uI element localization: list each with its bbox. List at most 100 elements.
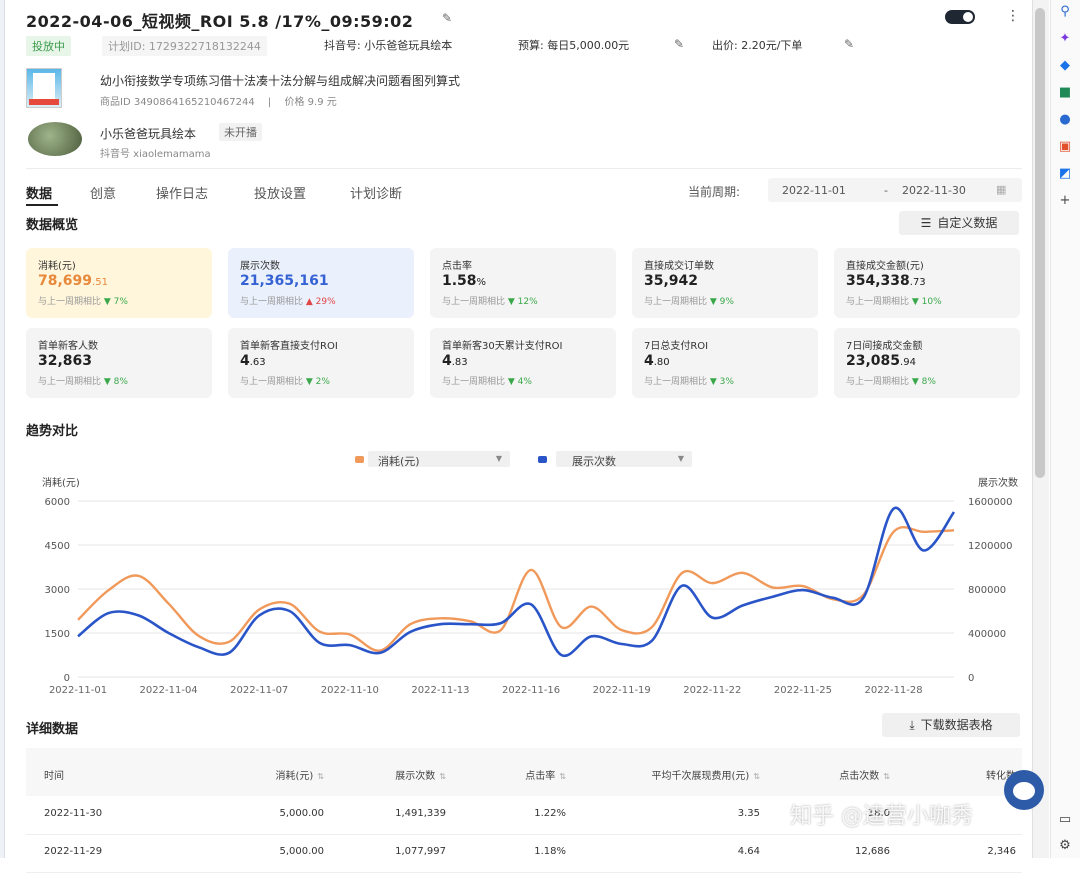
overview-title: 数据概览 bbox=[26, 218, 79, 233]
metric-value: 4.80 bbox=[644, 353, 670, 369]
sort-icon[interactable]: ⇅ bbox=[753, 772, 760, 781]
sort-icon[interactable]: ⇅ bbox=[559, 772, 566, 781]
metric-label: 首单新客30天累计支付ROI bbox=[442, 341, 563, 352]
date-range-picker[interactable]: 2022-11-01 - 2022-11-30 ▦ bbox=[768, 178, 1022, 202]
metric-card[interactable]: 直接成交金额(元) 354,338.73 与上一周期相比 ▼ 10% bbox=[834, 248, 1020, 318]
people-icon[interactable]: ● bbox=[1057, 112, 1073, 128]
trend-chart[interactable]: 0 0 1500 400000 3000 800000 4500 1200000 6000 160… bbox=[26, 470, 1026, 700]
metric-label: 直接成交订单数 bbox=[644, 261, 714, 272]
outlook-icon[interactable]: ◩ bbox=[1057, 166, 1073, 182]
x-tick-label: 2022-11-01 bbox=[49, 685, 107, 696]
x-tick-label: 2022-11-22 bbox=[683, 685, 741, 696]
sparkle-icon[interactable]: ✦ bbox=[1057, 31, 1073, 47]
metric-value-main: 4 bbox=[644, 353, 654, 369]
column-header[interactable]: 点击次数 ⇅ bbox=[839, 767, 890, 782]
edit-budget-icon[interactable]: ✎ bbox=[674, 37, 684, 51]
x-tick-label: 2022-11-19 bbox=[593, 685, 651, 696]
metric-compare-label: 与上一周期相比 bbox=[644, 377, 710, 387]
x-tick-label: 2022-11-10 bbox=[321, 685, 379, 696]
plan-status-toggle[interactable] bbox=[945, 10, 975, 24]
sort-icon[interactable]: ⇅ bbox=[883, 772, 890, 781]
metric-card[interactable]: 7日间接成交金额 23,085.94 与上一周期相比 ▼ 8% bbox=[834, 328, 1020, 398]
metric-card[interactable]: 消耗(元) 78,699.51 与上一周期相比 ▼ 7% bbox=[26, 248, 212, 318]
tag-icon[interactable]: ◆ bbox=[1057, 58, 1073, 74]
metric-compare: 与上一周期相比 ▲ 29% bbox=[240, 294, 336, 307]
product-thumbnail[interactable] bbox=[26, 68, 62, 108]
metric-compare: 与上一周期相比 ▼ 4% bbox=[442, 374, 532, 387]
metric-label: 7日间接成交金额 bbox=[846, 341, 923, 352]
add-icon[interactable]: + bbox=[1057, 193, 1073, 209]
metric-card[interactable]: 7日总支付ROI 4.80 与上一周期相比 ▼ 3% bbox=[632, 328, 818, 398]
download-icon: ⤓ bbox=[909, 718, 915, 732]
legend-select-cost[interactable]: 消耗(元) ▼ bbox=[368, 451, 510, 468]
metric-label: 消耗(元) bbox=[38, 261, 76, 272]
metric-card[interactable]: 首单新客直接支付ROI 4.63 与上一周期相比 ▼ 2% bbox=[228, 328, 414, 398]
column-header[interactable]: 点击率 ⇅ bbox=[525, 767, 566, 782]
metric-value-decimal: .80 bbox=[653, 357, 670, 368]
metric-card[interactable]: 首单新客人数 32,863 与上一周期相比 ▼ 8% bbox=[26, 328, 212, 398]
search-icon[interactable]: ⚲ bbox=[1057, 4, 1073, 20]
column-header[interactable]: 时间 bbox=[44, 767, 64, 782]
y-right-tick-label: 1600000 bbox=[968, 497, 1013, 508]
y-right-tick-label: 0 bbox=[968, 673, 974, 684]
column-header[interactable]: 消耗(元) ⇅ bbox=[275, 767, 324, 782]
tab-operation-log[interactable]: 操作日志 bbox=[156, 183, 208, 202]
metric-value-main: 4 bbox=[442, 353, 452, 369]
table-cell: 2022-11-29 bbox=[44, 846, 103, 857]
metric-card[interactable]: 直接成交订单数 35,942 与上一周期相比 ▼ 9% bbox=[632, 248, 818, 318]
metric-value: 4.63 bbox=[240, 353, 266, 369]
metric-card[interactable]: 首单新客30天累计支付ROI 4.83 与上一周期相比 ▼ 4% bbox=[430, 328, 616, 398]
sort-icon[interactable]: ⇅ bbox=[317, 772, 324, 781]
table-cell: 1.22% bbox=[534, 808, 566, 819]
date-end[interactable]: 2022-11-30 bbox=[902, 184, 966, 197]
active-tab-indicator bbox=[26, 204, 58, 206]
metric-card[interactable]: 展示次数 21,365,161 与上一周期相比 ▲ 29% bbox=[228, 248, 414, 318]
office-icon[interactable]: ▣ bbox=[1057, 139, 1073, 155]
more-options-icon[interactable]: ⋮ bbox=[1006, 8, 1020, 24]
tab-delivery-settings[interactable]: 投放设置 bbox=[254, 183, 306, 202]
date-start[interactable]: 2022-11-01 bbox=[782, 184, 846, 197]
arrow-down-icon: ▼ bbox=[103, 377, 114, 387]
arrow-down-icon: ▼ bbox=[911, 297, 922, 307]
custom-data-button[interactable]: ☰ 自定义数据 bbox=[899, 211, 1019, 235]
table-cell: 12,686 bbox=[855, 846, 890, 857]
metric-value: 78,699.51 bbox=[38, 273, 108, 289]
trend-title: 趋势对比 bbox=[26, 424, 79, 439]
column-header[interactable]: 展示次数 ⇅ bbox=[395, 767, 446, 782]
settings-sliders-icon: ☰ bbox=[920, 216, 932, 230]
arrow-down-icon: ▼ bbox=[507, 377, 518, 387]
metric-card[interactable]: 点击率 1.58% 与上一周期相比 ▼ 12% bbox=[430, 248, 616, 318]
arrow-down-icon: ▼ bbox=[709, 377, 720, 387]
sidebar-toggle-icon[interactable]: ▭ bbox=[1057, 812, 1073, 828]
metric-value: 23,085.94 bbox=[846, 353, 916, 369]
column-header[interactable]: 平均千次展现费用(元) ⇅ bbox=[651, 767, 760, 782]
tab-creative[interactable]: 创意 bbox=[90, 183, 116, 202]
metric-compare: 与上一周期相比 ▼ 12% bbox=[442, 294, 538, 307]
tab-data[interactable]: 数据 bbox=[26, 183, 52, 202]
product-title[interactable]: 幼小衔接数学专项练习借十法凑十法分解与组成解决问题看图列算式 bbox=[100, 72, 460, 89]
y-left-tick-label: 0 bbox=[64, 673, 70, 684]
metric-value-decimal: .94 bbox=[900, 357, 916, 368]
y-right-axis-title: 展示次数 bbox=[978, 476, 1018, 489]
briefcase-icon[interactable]: ■ bbox=[1057, 85, 1073, 101]
x-tick-label: 2022-11-04 bbox=[140, 685, 198, 696]
settings-gear-icon[interactable]: ⚙ bbox=[1057, 838, 1073, 854]
calendar-icon[interactable]: ▦ bbox=[996, 183, 1006, 196]
scrollbar-thumb[interactable] bbox=[1035, 8, 1045, 478]
metric-change: 9% bbox=[719, 297, 734, 307]
arrow-down-icon: ▼ bbox=[911, 377, 922, 387]
sort-icon[interactable]: ⇅ bbox=[439, 772, 446, 781]
edit-title-icon[interactable]: ✎ bbox=[442, 11, 452, 25]
metric-label: 展示次数 bbox=[240, 261, 280, 272]
metric-value-main: 4 bbox=[240, 353, 250, 369]
metric-value-main: 21,365,161 bbox=[240, 273, 329, 289]
download-table-button[interactable]: ⤓ 下载数据表格 bbox=[882, 713, 1020, 737]
column-header-label: 点击率 bbox=[525, 771, 556, 782]
metric-value-decimal: % bbox=[476, 277, 487, 288]
custom-data-label: 自定义数据 bbox=[937, 216, 998, 230]
assistant-mascot-icon[interactable] bbox=[1004, 770, 1044, 810]
plan-detail-panel: 2022-04-06_短视频_ROI 5.8 /17%_09:59:02 ✎ ⋮… bbox=[6, 0, 1030, 873]
tab-plan-diagnosis[interactable]: 计划诊断 bbox=[350, 183, 402, 202]
legend-select-impressions[interactable]: 展示次数 ▼ bbox=[556, 451, 692, 468]
edit-bid-icon[interactable]: ✎ bbox=[844, 37, 854, 51]
